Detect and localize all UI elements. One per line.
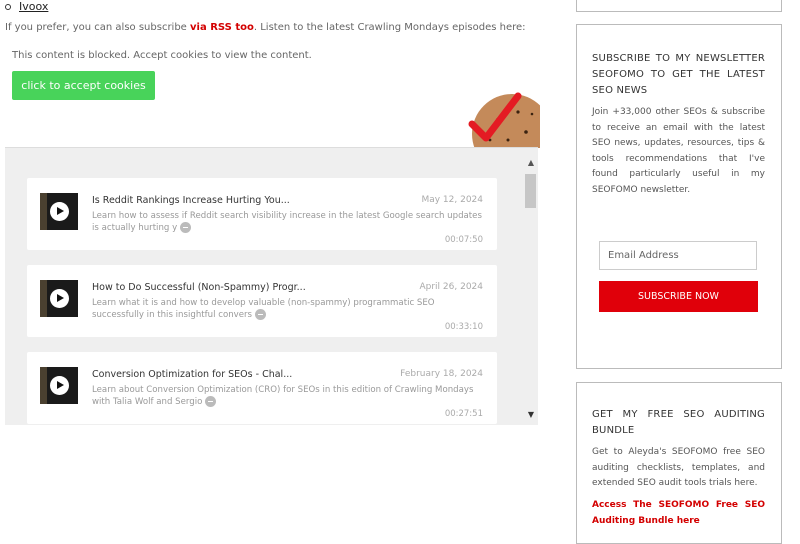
episode-description: Learn about Conversion Optimization (CRO… xyxy=(92,384,484,408)
episode-duration: 00:27:51 xyxy=(444,409,483,419)
scroll-up-icon[interactable]: ▲ xyxy=(528,158,534,167)
blocked-message: This content is blocked. Accept cookies … xyxy=(12,50,312,61)
podcast-platform-item: Ivoox xyxy=(5,0,48,13)
bundle-text: Get to Aleyda's SEOFOMO free SEO auditin… xyxy=(592,447,765,489)
episode-duration: 00:07:50 xyxy=(444,235,483,245)
scroll-down-icon[interactable]: ▼ xyxy=(528,410,534,419)
thumbnail-strip xyxy=(40,367,47,404)
email-input[interactable] xyxy=(599,241,757,270)
rss-link[interactable]: via RSS too xyxy=(190,22,254,33)
expand-icon[interactable] xyxy=(254,309,266,320)
podcast-player[interactable]: ▲ ▼ Is Reddit Rankings Increase Hurting … xyxy=(5,147,538,425)
sidebar-top-box xyxy=(576,0,782,12)
bullet-icon xyxy=(5,4,11,10)
audit-bundle-box: Get my free SEO Auditing Bundle Get to A… xyxy=(576,382,782,544)
cookie-icon xyxy=(468,92,540,148)
thumbnail-strip xyxy=(40,280,47,317)
newsletter-box: Subscribe to my newsletter SEOFOMO to ge… xyxy=(576,24,782,369)
episode-description: Learn what it is and how to develop valu… xyxy=(92,297,484,321)
episode-date: February 18, 2024 xyxy=(400,369,483,379)
episode-thumbnail[interactable] xyxy=(40,280,78,317)
episode-date: April 26, 2024 xyxy=(419,282,483,292)
intro-suffix: . Listen to the latest Crawling Mondays … xyxy=(253,22,526,33)
episode-duration: 00:33:10 xyxy=(444,322,483,332)
accept-cookies-button[interactable]: click to accept cookies xyxy=(12,71,155,100)
intro-text: If you prefer, you can also subscribe vi… xyxy=(5,22,526,33)
subscribe-button[interactable]: Subscribe now xyxy=(599,281,758,312)
episode-item[interactable]: Is Reddit Rankings Increase Hurting You.… xyxy=(27,178,497,250)
newsletter-title: Subscribe to my newsletter SEOFOMO to ge… xyxy=(592,53,765,96)
thumbnail-strip xyxy=(40,193,47,230)
episode-title[interactable]: Conversion Optimization for SEOs - Chal.… xyxy=(92,369,292,380)
episode-date: May 12, 2024 xyxy=(421,195,483,205)
ivoox-link[interactable]: Ivoox xyxy=(19,0,48,13)
episode-item[interactable]: Conversion Optimization for SEOs - Chal.… xyxy=(27,352,497,424)
intro-prefix: If you prefer, you can also subscribe xyxy=(5,22,191,33)
episode-thumbnail[interactable] xyxy=(40,367,78,404)
play-icon[interactable] xyxy=(50,289,69,308)
expand-icon[interactable] xyxy=(179,222,191,233)
bundle-link[interactable]: Access The SEOFOMO Free SEO Auditing Bun… xyxy=(592,497,765,529)
main-content: Ivoox If you prefer, you can also subscr… xyxy=(0,0,560,531)
expand-icon[interactable] xyxy=(205,396,217,407)
scrollbar-thumb[interactable] xyxy=(525,174,536,208)
play-icon[interactable] xyxy=(50,202,69,221)
newsletter-text: Join +33,000 other SEOs & subscribe to r… xyxy=(592,107,765,195)
bundle-title: Get my free SEO Auditing Bundle xyxy=(592,409,765,436)
episode-description-text: Learn how to assess if Reddit search vis… xyxy=(92,211,482,233)
episode-thumbnail[interactable] xyxy=(40,193,78,230)
play-icon[interactable] xyxy=(50,376,69,395)
episode-description-text: Learn about Conversion Optimization (CRO… xyxy=(92,385,474,407)
episode-description: Learn how to assess if Reddit search vis… xyxy=(92,210,484,234)
episode-title[interactable]: How to Do Successful (Non-Spammy) Progr.… xyxy=(92,282,306,293)
episode-item[interactable]: How to Do Successful (Non-Spammy) Progr.… xyxy=(27,265,497,337)
episode-title[interactable]: Is Reddit Rankings Increase Hurting You.… xyxy=(92,195,290,206)
